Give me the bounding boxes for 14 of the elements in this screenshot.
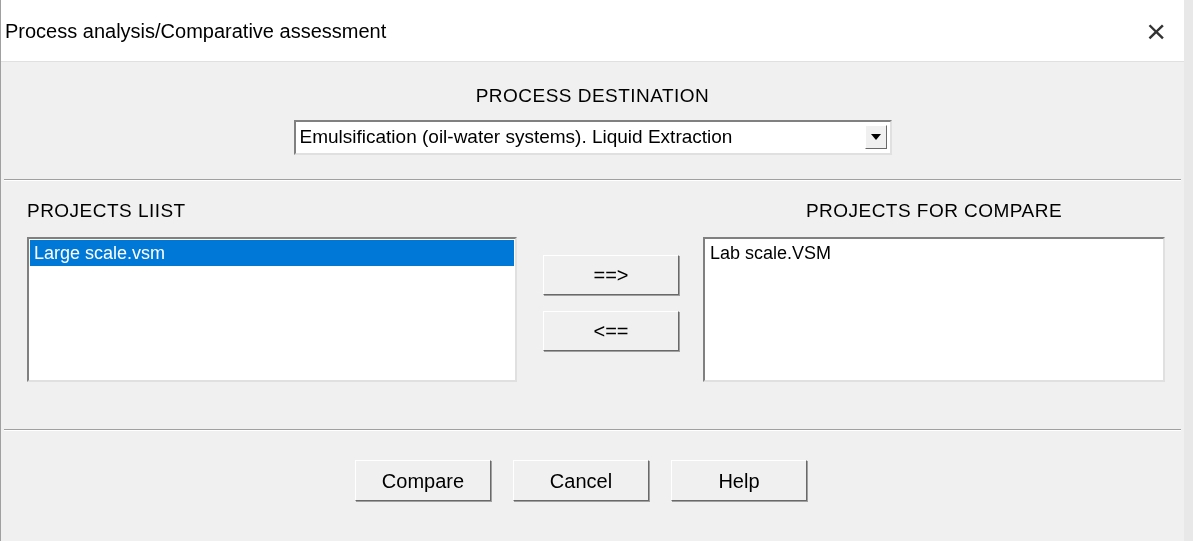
list-item[interactable]: Large scale.vsm (30, 240, 514, 266)
window-title: Process analysis/Comparative assessment (5, 18, 387, 44)
process-dropdown[interactable]: Emulsification (oil-water systems). Liquid Extraction (293, 119, 892, 155)
section-label: PROCESS DESTINATION (475, 84, 710, 108)
list-box[interactable]: Large scale.vsm (27, 237, 517, 382)
move-button[interactable]: <== (543, 310, 679, 351)
dialog-button[interactable]: Cancel (513, 460, 649, 501)
move-button[interactable]: ==> (543, 254, 679, 295)
section-label: PROJECTS LIIST (26, 198, 187, 223)
close-button[interactable]: × (1138, 13, 1174, 48)
dialog-button[interactable]: Help (671, 460, 807, 501)
dialog-button[interactable]: Compare (355, 460, 491, 501)
list-box[interactable]: Lab scale.VSM (703, 237, 1165, 382)
section-label: PROJECTS FOR COMPARE (805, 198, 1063, 223)
